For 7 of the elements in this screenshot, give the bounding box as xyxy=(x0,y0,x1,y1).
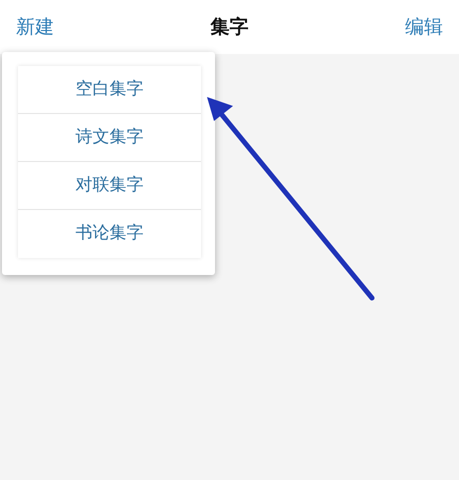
edit-button[interactable]: 编辑 xyxy=(389,12,459,42)
menu-item[interactable]: 诗文集字 xyxy=(18,114,201,162)
page-title: 集字 xyxy=(210,14,248,40)
new-button[interactable]: 新建 xyxy=(0,12,70,42)
menu-item[interactable]: 空白集字 xyxy=(18,66,201,114)
menu-item[interactable]: 对联集字 xyxy=(18,162,201,210)
menu-item[interactable]: 书论集字 xyxy=(18,210,201,258)
